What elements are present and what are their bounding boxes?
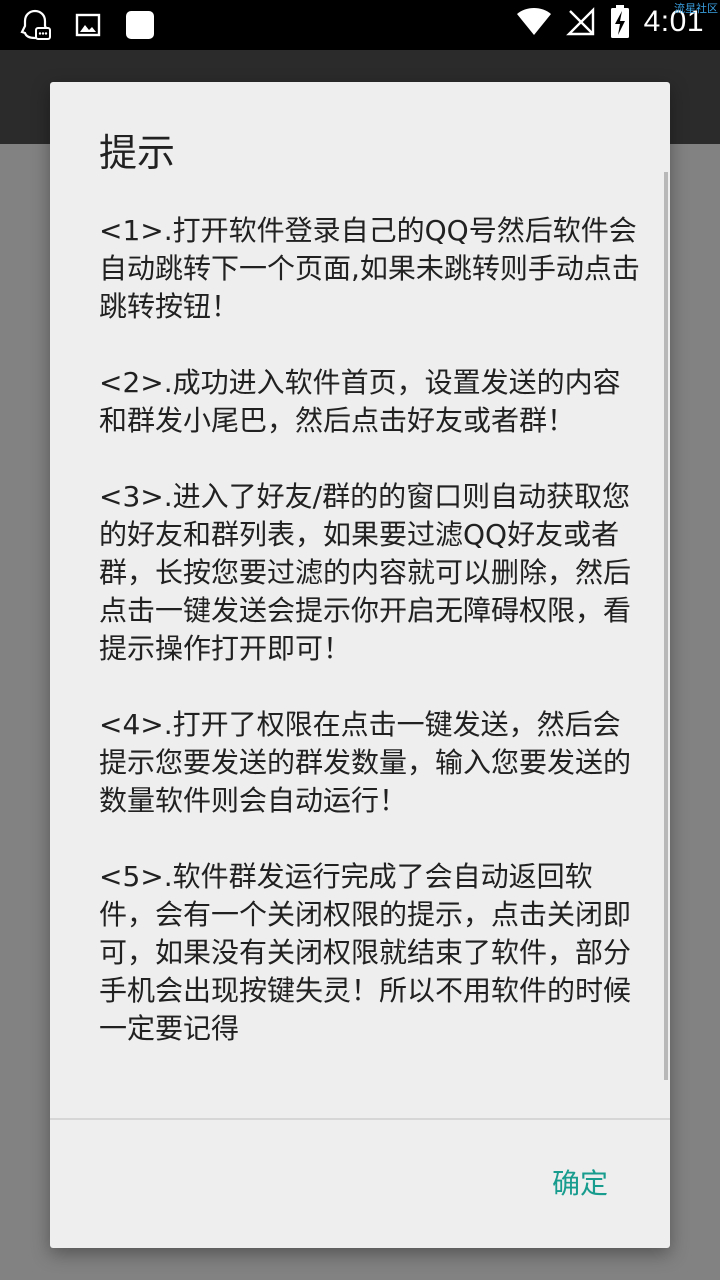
battery-charging-icon [610,5,629,38]
dialog-message[interactable]: <1>.打开软件登录自己的QQ号然后软件会自动跳转下一个页面,如果未跳转则手动点… [99,212,644,1118]
qq-notification-icon [20,9,51,40]
instruction-paragraph: <2>.成功进入软件首页，设置发送的内容和群发小尾巴，然后点击好友或者群！ [99,366,621,437]
instruction-paragraph: <4>.打开了权限在点击一键发送，然后会提示您要发送的群发数量，输入您要发送的数… [99,708,632,817]
tips-dialog: 提示 <1>.打开软件登录自己的QQ号然后软件会自动跳转下一个页面,如果未跳转则… [50,82,670,1248]
dialog-title: 提示 [99,131,176,175]
status-bar: 4:01 流星社区 [0,0,720,50]
watermark: 流星社区 [674,2,718,15]
instruction-paragraph: <5>.软件群发运行完成了会自动返回软件，会有一个关闭权限的提示，点击关闭即可，… [99,860,632,1045]
instruction-paragraph: <3>.进入了好友/群的的窗口则自动获取您的好友和群列表，如果要过滤QQ好友或者… [99,480,632,665]
confirm-button[interactable]: 确定 [530,1152,630,1216]
wifi-icon [516,8,551,35]
dialog-divider [50,1118,670,1120]
image-notification-icon [75,13,101,37]
instruction-paragraph: <1>.打开软件登录自己的QQ号然后软件会自动跳转下一个页面,如果未跳转则手动点… [99,214,640,323]
no-signal-icon [565,7,594,36]
scrollbar[interactable] [664,172,668,1080]
notification-icons [18,8,156,42]
app-notification-icon [126,11,154,39]
